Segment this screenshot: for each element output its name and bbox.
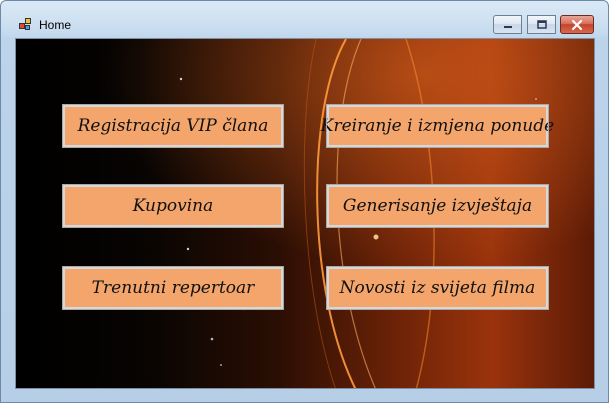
create-edit-offer-button[interactable]: Kreiranje i izmjena ponude [321,104,554,148]
register-vip-member-button[interactable]: Registracija VIP člana [62,104,284,148]
window-title: Home [39,18,72,32]
maximize-icon [536,19,547,29]
form-client-area: Registracija VIP člana Kreiranje i izmje… [15,38,595,389]
minimize-icon [503,25,512,28]
generate-reports-button[interactable]: Generisanje izvještaja [326,184,549,228]
current-repertoire-button[interactable]: Trenutni repertoar [62,266,284,310]
app-icon [19,18,33,32]
close-icon [571,19,583,30]
minimize-button[interactable] [493,15,522,34]
title-bar[interactable]: Home [1,1,608,37]
app-window: Home Registracija VIP člana Kreiranje i … [0,0,609,403]
film-news-button[interactable]: Novosti iz svijeta filma [326,266,549,310]
maximize-button[interactable] [527,15,556,34]
close-button[interactable] [560,15,594,34]
purchase-button[interactable]: Kupovina [62,184,284,228]
